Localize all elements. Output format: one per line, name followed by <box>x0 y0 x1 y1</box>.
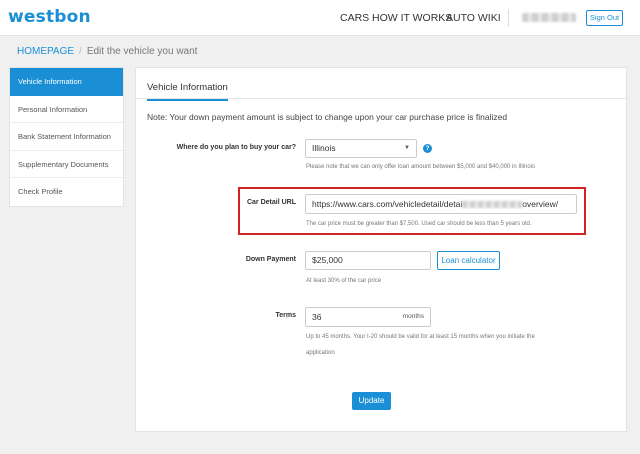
url-value-suffix: overview/ <box>522 199 559 209</box>
nav-how-it-works[interactable]: HOW IT WORKS <box>372 12 452 24</box>
nav-auto-wiki[interactable]: AUTO WIKI <box>446 12 501 24</box>
terms-unit: months <box>402 313 424 320</box>
terms-help-line-1: Up to 45 months. Your I-20 should be val… <box>306 334 535 340</box>
url-value-prefix: https://www.cars.com/vehicledetail/detai <box>312 199 463 209</box>
sign-out-button[interactable]: Sign Out <box>586 10 623 26</box>
terms-label: Terms <box>275 312 297 319</box>
down-payment-input[interactable]: $25,000 <box>305 251 431 270</box>
breadcrumb-home[interactable]: HOMEPAGE <box>17 46 74 57</box>
sidebar-item-vehicle-information[interactable]: Vehicle Information <box>10 68 123 96</box>
sidebar-item-bank-statement[interactable]: Bank Statement Information <box>10 123 123 151</box>
down-payment-help-text: At least 30% of the car price <box>306 278 382 284</box>
top-header: westbon CARS HOW IT WORKS AUTO WIKI Sign… <box>0 0 640 36</box>
state-select-value: Illinois <box>312 143 336 153</box>
sidebar-item-personal-information[interactable]: Personal Information <box>10 96 123 123</box>
terms-value: 36 <box>312 312 322 322</box>
update-button[interactable]: Update <box>352 392 391 410</box>
caret-down-icon: ▼ <box>404 145 410 151</box>
user-name-redacted <box>522 13 576 22</box>
down-payment-note: Note: Your down payment amount is subjec… <box>147 112 508 122</box>
breadcrumb: HOMEPAGE / Edit the vehicle you want <box>17 46 197 57</box>
vehicle-form-panel: Vehicle Information Note: Your down paym… <box>135 67 627 432</box>
state-select[interactable]: Illinois ▼ <box>305 139 417 158</box>
logo[interactable]: westbon <box>8 7 91 27</box>
sidebar: Vehicle Information Personal Information… <box>9 67 124 207</box>
breadcrumb-separator: / <box>79 46 82 57</box>
url-help-text: The car price must be greater than $7,50… <box>306 219 531 230</box>
url-help-prefix: The car price must be greater than $7,50… <box>306 221 446 227</box>
nav-divider <box>508 9 509 27</box>
nav-cars[interactable]: CARS <box>340 12 369 24</box>
car-detail-url-label: Car Detail URL <box>246 199 296 206</box>
url-help-suffix: should be less than 5 years old. <box>447 221 532 227</box>
terms-input[interactable]: 36 months <box>305 307 431 327</box>
state-help-text: Please note that we can only offer loan … <box>306 164 536 170</box>
sidebar-item-check-profile[interactable]: Check Profile <box>10 178 123 206</box>
state-label: Where do you plan to buy your car? <box>176 144 296 151</box>
tab-row: Vehicle Information <box>136 68 626 101</box>
loan-calculator-button[interactable]: Loan calculator <box>437 251 500 270</box>
terms-help-line-2: application <box>306 350 335 356</box>
breadcrumb-current: Edit the vehicle you want <box>86 46 198 57</box>
down-payment-label: Down Payment <box>245 256 296 263</box>
car-detail-url-input[interactable]: https://www.cars.com/vehicledetail/detai… <box>305 194 577 214</box>
question-circle-icon[interactable]: ? <box>423 144 432 153</box>
tab-vehicle-information[interactable]: Vehicle Information <box>147 82 228 101</box>
sidebar-item-supplementary-documents[interactable]: Supplementary Documents <box>10 151 123 178</box>
url-redacted <box>462 201 523 209</box>
